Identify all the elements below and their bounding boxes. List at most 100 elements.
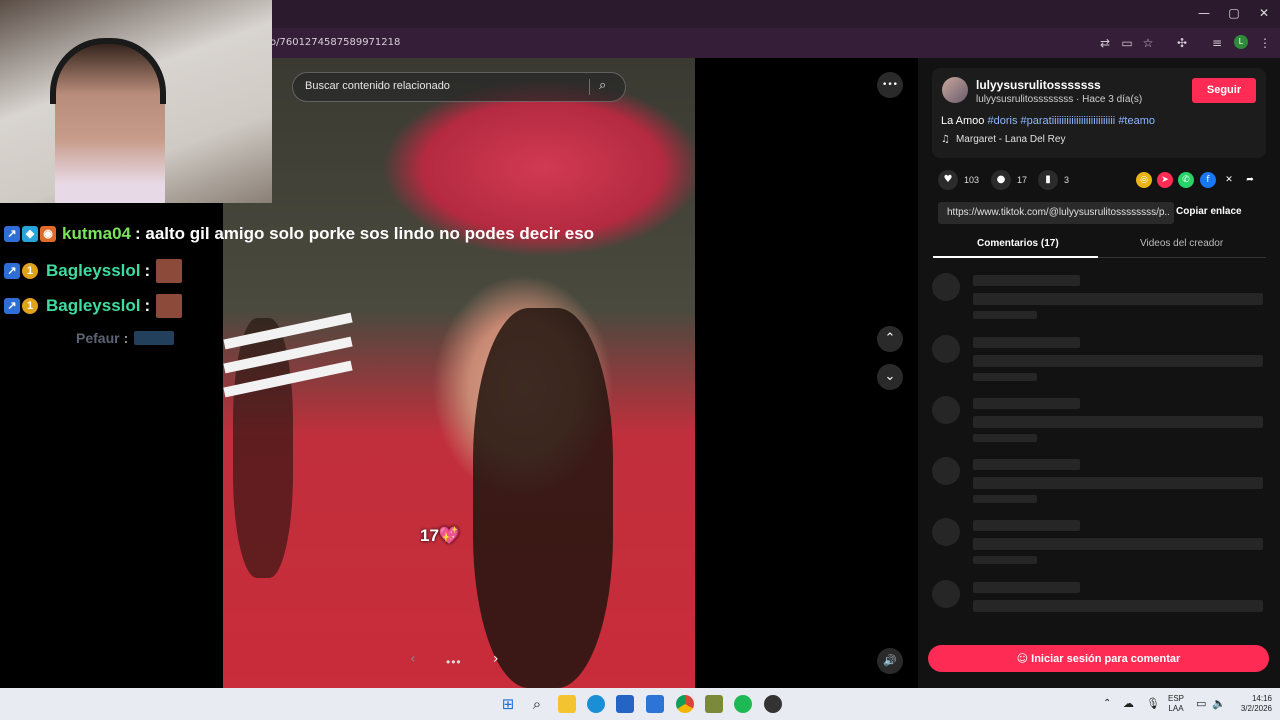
clock-date: 3/2/2026 [1240, 704, 1272, 713]
outlook-icon[interactable] [646, 695, 664, 713]
volume-tray-icon[interactable]: 🔈 [1212, 697, 1226, 710]
chat-message: : aalto gil amigo solo porke sos lindo n… [134, 224, 595, 243]
share-arrow-icon[interactable]: ➦ [1242, 172, 1258, 188]
related-search-box[interactable]: Buscar contenido relacionado ⌕ [292, 72, 626, 102]
like-stat[interactable]: ♥ 103 [938, 170, 979, 190]
comment-skeleton [932, 335, 1266, 385]
creator-username[interactable]: lulyysusrulitosssssss [976, 78, 1101, 92]
like-count: 103 [964, 175, 980, 185]
prev-image-chevron-icon[interactable]: ‹ [410, 651, 416, 667]
layout-code: LAA [1168, 704, 1184, 713]
volume-button[interactable]: 🔊 [877, 648, 903, 674]
translate-icon[interactable]: ⇄ [1096, 34, 1114, 52]
chrome-icon[interactable] [676, 695, 694, 713]
onedrive-icon[interactable]: ☁ [1123, 697, 1134, 710]
save-stat[interactable]: ▮ 3 [1038, 170, 1069, 190]
language-code: ESP [1168, 694, 1185, 703]
next-image-chevron-icon[interactable]: › [493, 651, 499, 667]
chat-message: : [123, 330, 129, 346]
media-control-icon[interactable]: ≡ [1208, 34, 1226, 52]
file-explorer-icon[interactable] [558, 695, 576, 713]
edge-icon[interactable] [587, 695, 605, 713]
emote-icon [156, 259, 183, 283]
search-taskbar-icon[interactable]: ⌕ [528, 695, 546, 713]
video-sticker-text: 17💖 [420, 526, 461, 545]
save-count: 3 [1064, 175, 1070, 185]
comment-icon[interactable]: ● [991, 170, 1011, 190]
obs-icon[interactable] [764, 695, 782, 713]
hashtag-link[interactable]: #teamo [1118, 115, 1155, 127]
search-input[interactable]: Buscar contenido relacionado [305, 80, 450, 92]
prime-badge-icon: ↗ [4, 226, 20, 242]
more-options-button[interactable]: ••• [877, 72, 903, 98]
share-send-icon[interactable]: ➤ [1157, 172, 1173, 188]
url-text[interactable]: o/7601274587589971218 [270, 37, 400, 48]
previous-video-button[interactable]: ⌃ [877, 326, 903, 352]
comment-skeleton [932, 396, 1266, 446]
follow-button[interactable]: Seguir [1192, 78, 1256, 103]
search-icon[interactable]: ⌕ [599, 78, 617, 96]
heart-icon[interactable]: ♥ [938, 170, 958, 190]
login-label: Iniciar sesión para comentar [1031, 653, 1181, 665]
tray-expand-icon[interactable]: ⌃ [1103, 698, 1111, 709]
tab-comments[interactable]: Comentarios (17) [977, 238, 1059, 249]
tab-creator-videos[interactable]: Videos del creador [1140, 238, 1223, 249]
language-indicator[interactable]: ESP LAA [1168, 694, 1184, 714]
music-title[interactable]: Margaret - Lana Del Rey [956, 134, 1066, 145]
clock[interactable]: 14:16 3/2/2026 [1232, 694, 1272, 714]
creator-avatar[interactable] [942, 77, 968, 103]
store-icon[interactable] [616, 695, 634, 713]
post-link-text[interactable]: https://www.tiktok.com/@lulyysusrulitoss… [947, 207, 1169, 218]
whatsapp-icon[interactable]: ✆ [1178, 172, 1194, 188]
close-button[interactable]: ✕ [1250, 4, 1278, 22]
video-frame[interactable] [223, 58, 695, 688]
post-link-field[interactable]: https://www.tiktok.com/@lulyysusrulitoss… [938, 202, 1174, 224]
carousel-dots: ••• [446, 655, 462, 669]
chat-line: ↗ ◆ ◉ kutma04 : aalto gil amigo solo por… [4, 224, 594, 244]
extensions-icon[interactable]: ✣ [1173, 34, 1191, 52]
comment-stat[interactable]: ● 17 [991, 170, 1027, 190]
comment-skeleton [932, 273, 1266, 323]
login-to-comment-button[interactable]: ☺ Iniciar sesión para comentar [928, 645, 1269, 672]
bookmark-star-icon[interactable]: ☆ [1139, 34, 1157, 52]
minecraft-icon[interactable] [705, 695, 723, 713]
mic-icon[interactable]: 🎙 [1146, 697, 1160, 710]
active-tab-indicator [933, 256, 1098, 258]
x-icon[interactable]: ✕ [1221, 172, 1237, 188]
emote-icon [134, 331, 175, 345]
chat-line: ↗ 1 Bagleysslol : [4, 294, 183, 318]
chat-message: : [144, 296, 151, 315]
cast-icon[interactable]: ▭ [1118, 34, 1136, 52]
comment-skeleton [932, 580, 1266, 630]
emote-icon [156, 294, 183, 318]
windows-start-icon[interactable]: ⊞ [499, 695, 517, 713]
comment-bubble-icon: ☺ [1016, 652, 1029, 665]
sub-badge-icon: ◉ [40, 226, 56, 242]
music-info[interactable]: ♫ Margaret - Lana Del Rey [941, 134, 1065, 145]
hashtag-link[interactable]: #doris [987, 115, 1017, 127]
bits-badge-icon: 1 [22, 263, 38, 279]
share-coin-icon[interactable]: ◎ [1136, 172, 1152, 188]
profile-avatar[interactable]: L [1234, 35, 1248, 49]
clock-time: 14:16 [1251, 694, 1272, 703]
network-icon[interactable]: ▭ [1196, 697, 1206, 710]
bookmark-icon[interactable]: ▮ [1038, 170, 1058, 190]
chat-username: Bagleysslol [46, 261, 141, 280]
music-note-icon: ♫ [941, 134, 950, 145]
spotify-icon[interactable] [734, 695, 752, 713]
video-image-detail [473, 308, 613, 688]
minimize-button[interactable]: — [1190, 4, 1218, 22]
cube-badge-icon: ◆ [22, 226, 38, 242]
chat-username: kutma04 [62, 224, 131, 243]
next-video-button[interactable]: ⌄ [877, 364, 903, 390]
hashtag-link[interactable]: #paratiiiiiiiiiiiiiiiiiiiiiiiiii [1021, 115, 1116, 127]
search-divider [589, 79, 590, 95]
menu-kebab-icon[interactable]: ⋮ [1256, 34, 1274, 52]
facebook-icon[interactable]: f [1200, 172, 1216, 188]
copy-link-button[interactable]: Copiar enlace [1176, 206, 1242, 217]
windows-taskbar [0, 688, 1280, 720]
maximize-button[interactable]: ▢ [1220, 4, 1248, 22]
comment-skeleton [932, 457, 1266, 507]
prime-badge-icon: ↗ [4, 263, 20, 279]
headset-detail [50, 38, 166, 104]
